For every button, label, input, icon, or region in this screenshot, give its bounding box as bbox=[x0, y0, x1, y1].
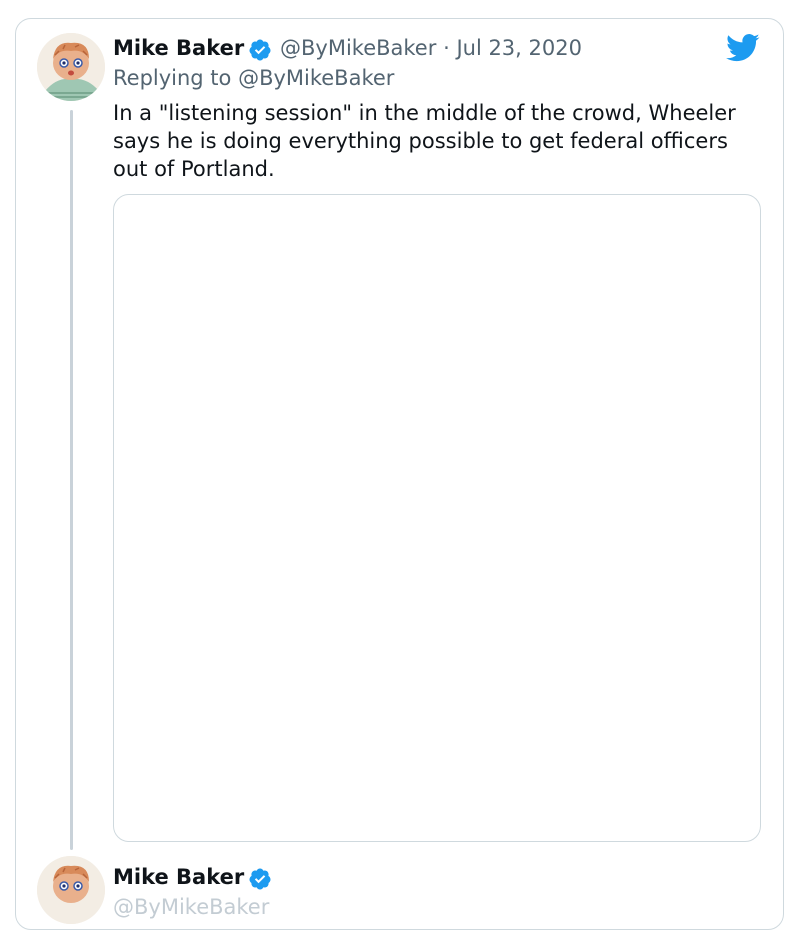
tweet-text: In a "listening session" in the middle o… bbox=[113, 101, 736, 181]
meta-separator: · bbox=[443, 36, 450, 60]
verified-badge-icon bbox=[249, 868, 271, 890]
tweet-media-container[interactable] bbox=[113, 194, 761, 842]
next-author-name[interactable]: Mike Baker bbox=[113, 865, 244, 889]
avatar-drawing-icon bbox=[37, 33, 105, 101]
author-avatar[interactable] bbox=[37, 33, 105, 101]
replying-to-label[interactable]: Replying to @ByMikeBaker bbox=[113, 66, 394, 90]
tweet-meta: @ByMikeBaker · Jul 23, 2020 bbox=[280, 36, 582, 60]
tweet-date[interactable]: Jul 23, 2020 bbox=[456, 36, 582, 60]
next-author-handle[interactable]: @ByMikeBaker bbox=[113, 895, 269, 919]
author-handle[interactable]: @ByMikeBaker bbox=[280, 36, 436, 60]
verified-badge-icon bbox=[249, 39, 271, 61]
twitter-bird-icon[interactable] bbox=[726, 33, 760, 63]
avatar-drawing-icon bbox=[37, 856, 105, 924]
thread-connector-line bbox=[70, 110, 73, 850]
next-author-avatar[interactable] bbox=[37, 856, 105, 924]
author-name[interactable]: Mike Baker bbox=[113, 36, 244, 60]
